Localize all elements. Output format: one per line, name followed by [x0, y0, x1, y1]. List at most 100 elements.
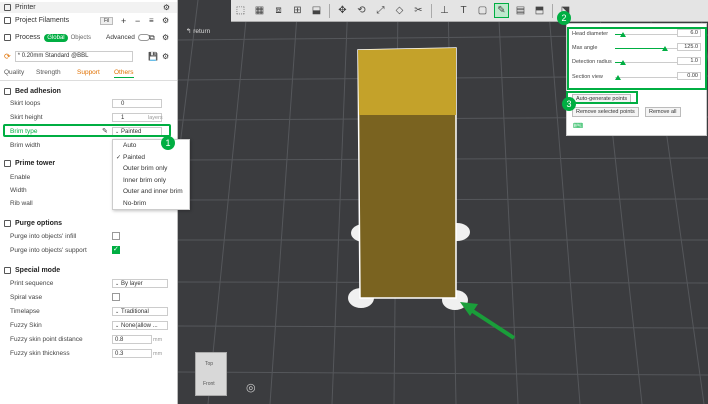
timelapse-value: Traditional: [121, 308, 149, 315]
main-toolbar: ⬚ ▦ ⧈ ⊞ ⬓ ✥ ⟲ ⤢ ◇ ✂ ⊥ T ▢ ✎ ▤ ⬒ ⬔: [231, 0, 708, 22]
brim-option-label: Outer and inner brim: [123, 188, 183, 196]
printer-header[interactable]: Printer ⚙: [0, 2, 177, 13]
tab-others[interactable]: Others: [114, 69, 134, 78]
preset-select[interactable]: * 0.20mm Standard @BBL: [14, 50, 133, 62]
tab-support[interactable]: Support: [77, 69, 100, 76]
print-sequence-value: By layer: [121, 280, 143, 287]
process-row: Process Global Objects Advanced ⧉ ⚙: [0, 32, 177, 43]
scale-icon[interactable]: ⤢: [373, 3, 388, 18]
grid-icon[interactable]: ▦: [252, 3, 267, 18]
support-painting-icon[interactable]: ✎: [494, 3, 509, 18]
prime-enable-label: Enable: [10, 174, 31, 181]
printer-label: Printer: [15, 4, 36, 11]
process-label: Process: [15, 34, 41, 41]
section-special: Special mode: [0, 265, 177, 275]
save-icon[interactable]: 💾: [148, 52, 158, 61]
move-icon[interactable]: ✥: [335, 3, 350, 18]
keyboard-icon[interactable]: ⌨: [573, 122, 583, 130]
chevron-down-icon: ⌄: [115, 308, 120, 315]
purge-support-checkbox[interactable]: [112, 245, 120, 254]
split-icon[interactable]: ⬓: [309, 3, 324, 18]
auto-generate-highlight: [566, 91, 638, 104]
rotate-icon[interactable]: ⟲: [354, 3, 369, 18]
toolbar-divider: [329, 3, 330, 18]
return-button[interactable]: ↰ return: [186, 27, 210, 35]
section-bed-adhesion: Bed adhesion: [0, 86, 177, 96]
brim-option-painted[interactable]: Painted: [113, 152, 189, 164]
brim-option-auto[interactable]: Auto: [113, 140, 189, 152]
tab-quality[interactable]: Quality: [4, 69, 24, 76]
cut-icon[interactable]: ✂: [411, 3, 426, 18]
prime-tower-title: Prime tower: [15, 159, 56, 167]
annotation-badge-2: 2: [557, 11, 571, 25]
list-icon[interactable]: ≡: [149, 16, 154, 25]
color-painting-icon[interactable]: ⬒: [532, 3, 547, 18]
brim-option-none[interactable]: No-brim: [113, 198, 189, 210]
remove-selected-label: Remove selected points: [576, 109, 635, 115]
fuzzy-thick-value: 0.3: [115, 350, 124, 357]
preset-settings-icon[interactable]: ⚙: [162, 52, 169, 61]
annotation-badge-3: 3: [562, 97, 576, 111]
preset-name: * 0.20mm Standard @BBL: [17, 53, 89, 59]
fuzzy-thick-unit: mm: [153, 351, 163, 357]
brim-option-outer[interactable]: Outer brim only: [113, 163, 189, 175]
fuzzy-skin-select[interactable]: ⌄ None(allow ...: [112, 321, 168, 330]
toolbar-divider: [552, 3, 553, 18]
timelapse-select[interactable]: ⌄ Traditional: [112, 307, 168, 316]
skirt-height-unit: layers: [148, 115, 163, 121]
filament-badge[interactable]: Fil: [100, 16, 114, 25]
filament-settings-icon[interactable]: ⚙: [162, 16, 169, 25]
skirt-height-value: 1: [121, 114, 125, 121]
settings-icon[interactable]: ⚙: [163, 3, 170, 12]
process-compare-icon[interactable]: ⧉: [149, 33, 155, 43]
skirt-loops-label: Skirt loops: [10, 100, 41, 107]
add-icon[interactable]: +: [121, 16, 126, 26]
brim-option-label: Outer brim only: [123, 165, 168, 173]
seam-painting-icon[interactable]: ▤: [513, 3, 528, 18]
nav-cube-top[interactable]: Top: [205, 361, 213, 367]
skirt-loops-input[interactable]: 0: [112, 99, 162, 108]
bed-adhesion-title: Bed adhesion: [15, 87, 61, 95]
process-settings-icon[interactable]: ⚙: [162, 33, 169, 42]
brim-option-inner[interactable]: Inner brim only: [113, 175, 189, 187]
camera-icon[interactable]: ◎: [246, 381, 256, 394]
measure-icon[interactable]: ⊥: [437, 3, 452, 18]
brim-option-outer-inner[interactable]: Outer and inner brim: [113, 186, 189, 198]
brim-ears-icon[interactable]: ▢: [475, 3, 490, 18]
orient-icon[interactable]: ⧈: [271, 3, 286, 18]
brim-width-label: Brim width: [10, 142, 41, 149]
print-sequence-label: Print sequence: [10, 280, 54, 287]
project-filaments-row[interactable]: Project Filaments Fil + − ≡ ⚙: [0, 15, 177, 26]
remove-all-button[interactable]: Remove all: [645, 107, 681, 117]
lay-flat-icon[interactable]: ◇: [392, 3, 407, 18]
toolbar-divider: [431, 3, 432, 18]
preset-row: ⟳ * 0.20mm Standard @BBL 💾 ⚙: [0, 50, 177, 62]
text-icon[interactable]: T: [456, 3, 471, 18]
navigation-cube[interactable]: Top Front: [195, 352, 227, 396]
spiral-vase-checkbox[interactable]: [112, 293, 120, 301]
brim-option-label: No-brim: [123, 199, 147, 207]
objects-toggle[interactable]: Objects: [68, 35, 94, 41]
fuzzy-point-input[interactable]: 0.8: [112, 335, 152, 344]
brim-option-label: Painted: [123, 153, 146, 161]
brim-type-dropdown: Auto Painted Outer brim only Inner brim …: [112, 139, 190, 210]
purge-support-label: Purge into objects' support: [10, 247, 87, 254]
purge-infill-checkbox[interactable]: [112, 232, 120, 240]
remove-selected-button[interactable]: Remove selected points: [572, 107, 639, 117]
minus-icon[interactable]: −: [135, 16, 140, 26]
section-purge: Purge options: [0, 218, 177, 228]
print-sequence-select[interactable]: ⌄ By layer: [112, 279, 168, 288]
fuzzy-thick-input[interactable]: 0.3: [112, 349, 152, 358]
global-toggle[interactable]: Global: [44, 33, 68, 42]
brim-option-label: Inner brim only: [123, 176, 166, 184]
prime-tower-icon: [4, 159, 11, 167]
nav-cube-front[interactable]: Front: [203, 381, 215, 387]
app-window: Printer ⚙ Project Filaments Fil + − ≡ ⚙ …: [0, 0, 708, 404]
arrange-icon[interactable]: ⊞: [290, 3, 305, 18]
annotation-badge-1: 1: [161, 136, 175, 150]
advanced-label: Advanced: [105, 34, 135, 41]
fuzzy-point-label: Fuzzy skin point distance: [10, 336, 83, 343]
tab-strength[interactable]: Strength: [36, 69, 61, 76]
printer-icon: [4, 4, 11, 11]
add-object-icon[interactable]: ⬚: [233, 3, 248, 18]
